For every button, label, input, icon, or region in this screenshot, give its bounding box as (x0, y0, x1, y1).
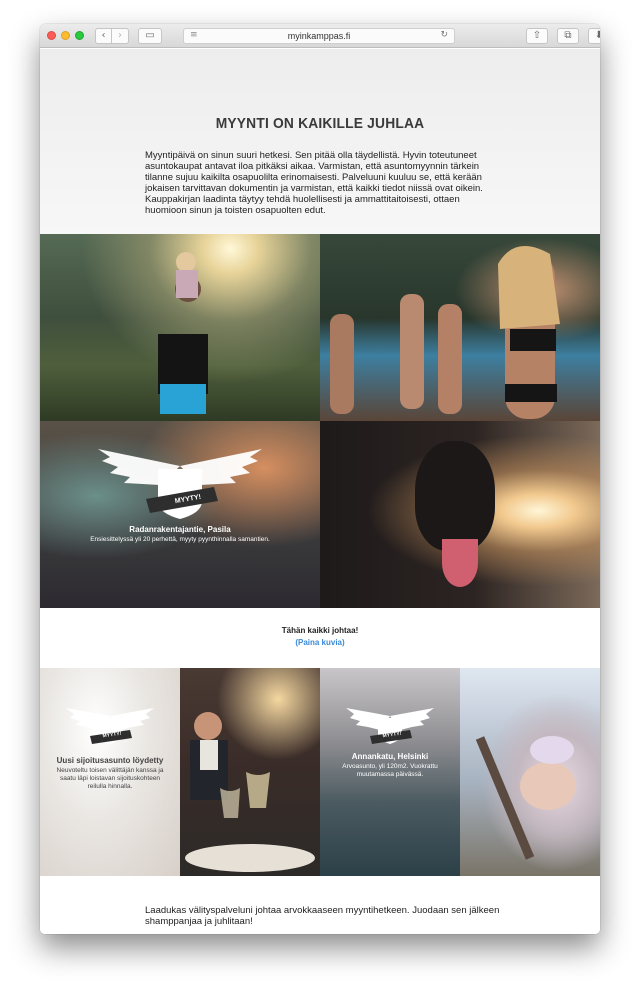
dog-tongue (442, 539, 478, 587)
tile-caption: Radanrakentajantie, Pasila Ensiesittelys… (40, 525, 320, 544)
browser-window: ‹ › ▭ ≡ myinkamppas.fi ↻ ⇧ ⧉ ⬇ + MYYNTI … (40, 24, 600, 934)
champagne-scene (185, 712, 315, 872)
page-title: MYYNTI ON KAIKILLE JUHLAA (215, 115, 425, 132)
zoom-window-button[interactable] (75, 31, 84, 40)
tabs-button[interactable]: ⧉ (557, 28, 579, 44)
photo-dog-car[interactable] (320, 421, 600, 608)
share-icon: ⇧ (532, 30, 542, 41)
photo-pool-party[interactable] (320, 234, 600, 421)
close-window-button[interactable] (47, 31, 56, 40)
cta-heading: Tähän kaikki johtaa! (281, 626, 359, 635)
chevron-right-icon: › (118, 30, 122, 41)
tile-text: Neuvoteltu toisen välittäjän kanssa ja s… (56, 767, 164, 790)
hero-text: Myyntipäivä on sinun suuri hetkesi. Sen … (145, 150, 483, 216)
footer-text: Laadukas välityspalveluni johtaa arvokka… (145, 905, 500, 927)
forward-button[interactable]: › (112, 28, 129, 44)
tile-caption: Uusi sijoitusasunto löydetty Neuvoteltu … (40, 756, 180, 791)
dog-head (415, 441, 495, 551)
sidebar-icon: ▭ (145, 30, 155, 41)
downloads-button[interactable]: ⬇ (588, 28, 600, 44)
tile-caption: Annankatu, Helsinki Arvoasunto, yli 120m… (320, 752, 460, 779)
browser-toolbar: ‹ › ▭ ≡ myinkamppas.fi ↻ ⇧ ⧉ ⬇ (40, 24, 600, 48)
sold-tile-pasila[interactable]: Radanrakentajantie, Pasila Ensiesittelys… (40, 421, 320, 608)
cta-link[interactable]: (Paina kuvia) (40, 638, 600, 647)
download-icon: ⬇ (594, 30, 600, 41)
call-to-action: Tähän kaikki johtaa! (Paina kuvia) (40, 608, 600, 668)
minimize-window-button[interactable] (61, 31, 70, 40)
baby-scene (475, 736, 576, 860)
chevron-left-icon: ‹ (101, 30, 106, 41)
tile-title: Radanrakentajantie, Pasila (129, 525, 231, 534)
address-bar[interactable]: ≡ myinkamppas.fi ↻ (183, 28, 455, 44)
tile-title: Annankatu, Helsinki (351, 752, 429, 761)
sold-tile-investment[interactable]: Uusi sijoitusasunto löydetty Neuvoteltu … (40, 668, 180, 876)
photo-baby[interactable] (460, 668, 600, 876)
back-button[interactable]: ‹ (95, 28, 112, 44)
tile-text: Ensiesittelyssä yli 20 perhettä, myyty p… (90, 536, 270, 543)
page-content: MYYNTI ON KAIKILLE JUHLAA Myyntipäivä on… (40, 49, 600, 934)
tile-title: Uusi sijoitusasunto löydetty (56, 756, 164, 765)
tabs-icon: ⧉ (564, 30, 572, 41)
sidebar-toggle-button[interactable]: ▭ (138, 28, 162, 44)
photo-father-child[interactable] (40, 234, 320, 421)
sold-tile-annankatu[interactable]: Annankatu, Helsinki Arvoasunto, yli 120m… (320, 668, 460, 876)
hero-section: MYYNTI ON KAIKILLE JUHLAA Myyntipäivä on… (40, 49, 600, 234)
pool-party-people (330, 246, 560, 419)
share-button[interactable]: ⇧ (526, 28, 548, 44)
tile-text: Arvoasunto, yli 120m2. Vuokrattu muutama… (342, 763, 438, 778)
reload-icon[interactable]: ↻ (440, 30, 448, 40)
footer-section: Laadukas välityspalveluni johtaa arvokka… (40, 876, 600, 934)
url-text: myinkamppas.fi (287, 31, 351, 41)
sold-wings-logo (98, 449, 262, 519)
photo-champagne[interactable] (180, 668, 320, 876)
father-child-silhouette (158, 252, 208, 414)
